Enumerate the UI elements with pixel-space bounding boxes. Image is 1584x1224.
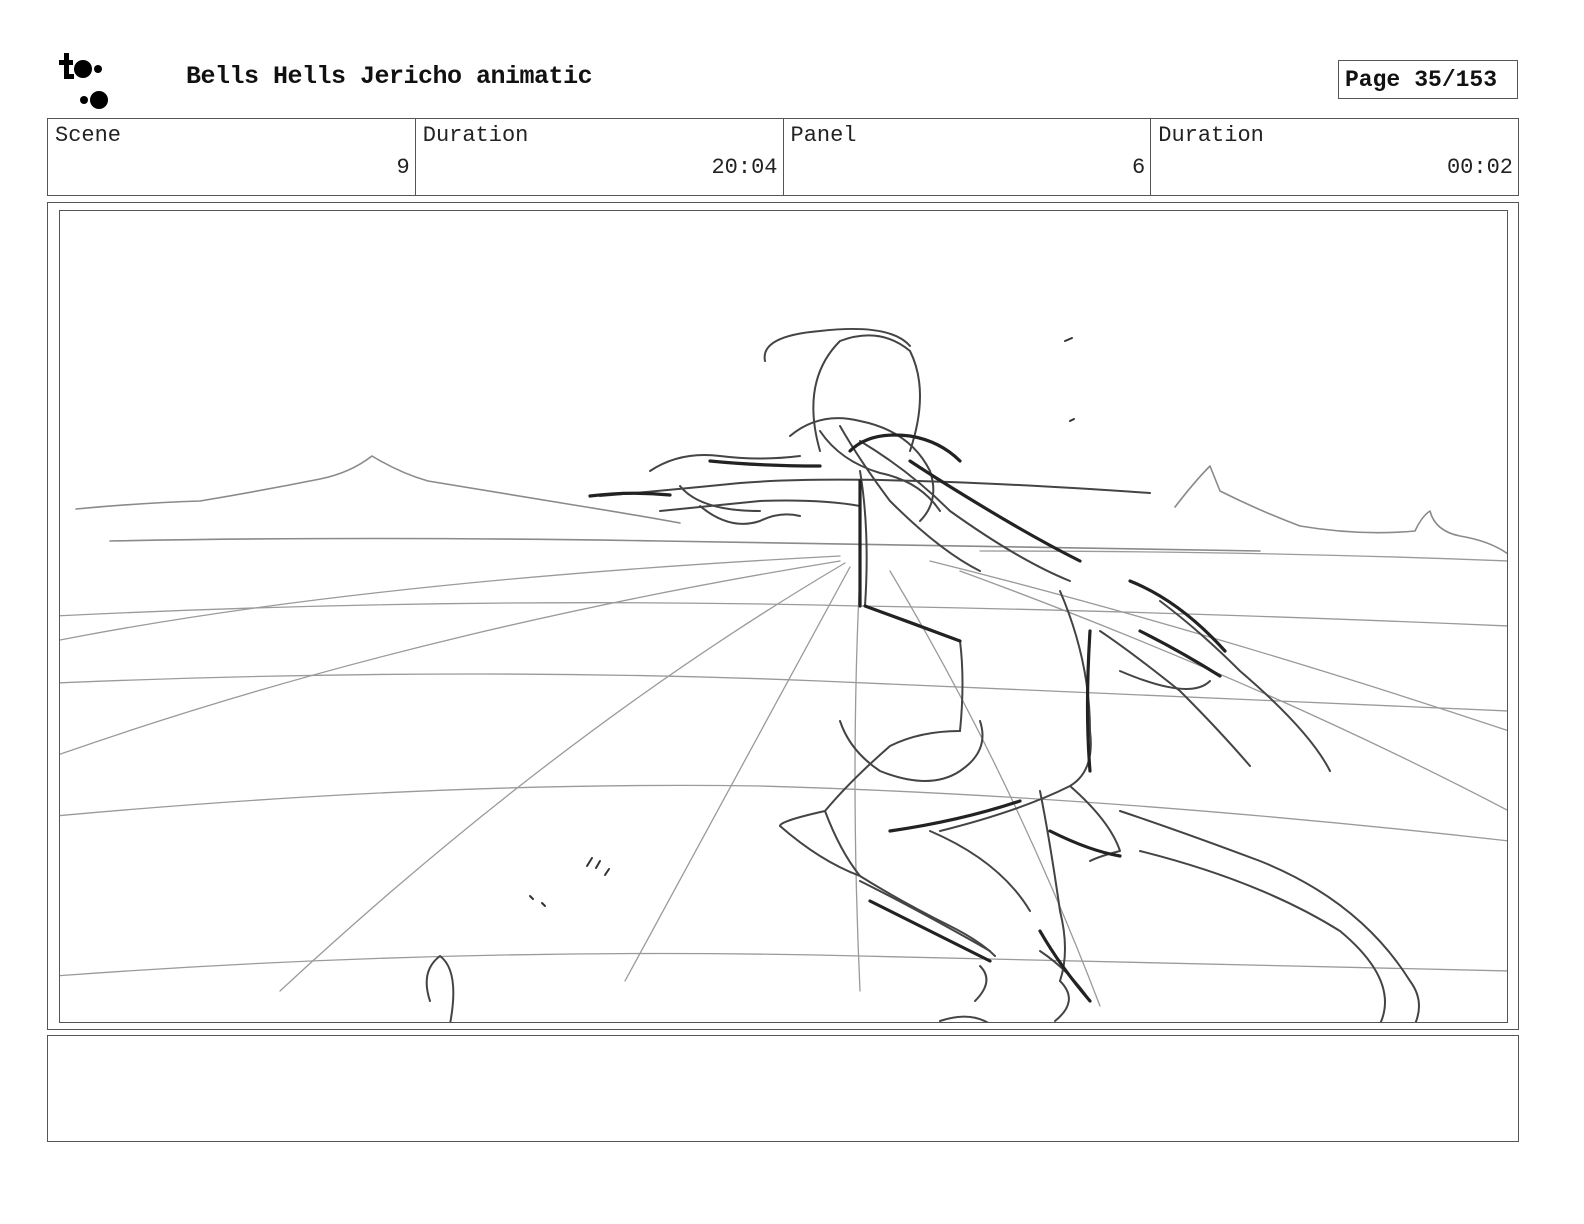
- panel-info-row: Scene 9 Duration 20:04 Panel 6 Duration …: [47, 118, 1519, 196]
- panel-duration-label: Duration: [1158, 123, 1264, 148]
- panel-label: Panel: [790, 123, 857, 148]
- page-number: 35/153: [1414, 66, 1498, 93]
- sketch-drawing: [60, 327, 1507, 1022]
- character-sketch: [425, 327, 1420, 1022]
- scene-cell: Scene 9: [48, 119, 416, 195]
- scene-duration-label: Duration: [422, 123, 529, 148]
- panel-duration-value: 00:02: [1446, 155, 1513, 180]
- scene-duration-cell: Duration 20:04: [416, 119, 784, 195]
- document-title: Bells Hells Jericho animatic: [186, 62, 593, 91]
- small-marks: [529, 337, 1075, 907]
- ground-grid: [60, 550, 1507, 1007]
- storyboard-panel-frame: [47, 202, 1519, 1030]
- toonboom-logo: [59, 53, 108, 109]
- scene-duration-value: 20:04: [711, 155, 778, 180]
- scene-label: Scene: [55, 123, 122, 148]
- panel-duration-cell: Duration 00:02: [1151, 119, 1518, 195]
- page-indicator: Page 35/153: [1338, 60, 1518, 99]
- character-sketch-darklines: [588, 433, 1227, 1003]
- scene-value: 9: [396, 155, 410, 180]
- background-mountains: [75, 455, 1507, 555]
- page-label: Page: [1345, 66, 1401, 93]
- panel-cell: Panel 6: [784, 119, 1152, 195]
- panel-notes-box: [47, 1035, 1519, 1142]
- panel-value: 6: [1132, 155, 1146, 180]
- storyboard-panel-image: [59, 210, 1508, 1023]
